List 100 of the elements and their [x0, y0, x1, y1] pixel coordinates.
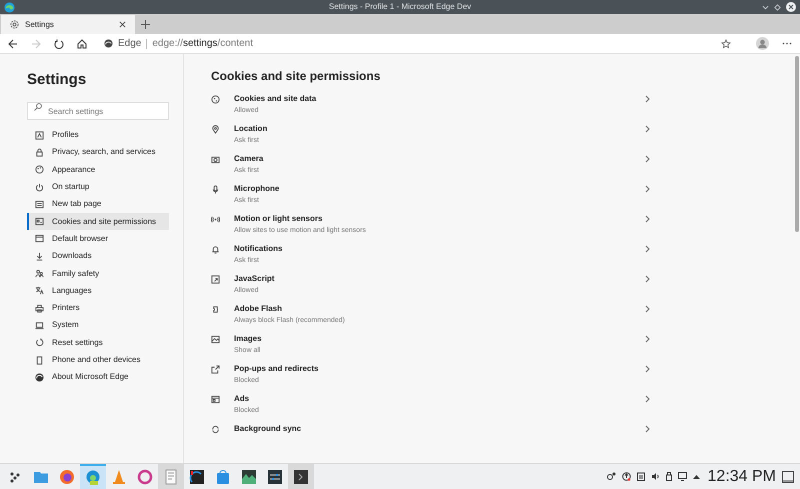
permission-row[interactable]: Background sync — [211, 423, 650, 453]
avatar-icon[interactable] — [756, 37, 769, 50]
chevron-right-icon — [645, 245, 650, 253]
close-icon[interactable] — [786, 2, 796, 12]
chevron-right-icon — [645, 395, 650, 403]
sidebar-item[interactable]: Phone and other devices — [27, 351, 169, 369]
minimize-icon[interactable] — [762, 4, 769, 10]
terminal-icon — [293, 468, 309, 484]
sensor-icon — [211, 215, 220, 224]
clock[interactable]: 12:34 PM — [708, 464, 776, 488]
sidebar-item[interactable]: Cookies and site permissions — [27, 212, 169, 230]
external-link-icon — [211, 365, 220, 374]
puzzle-icon — [211, 305, 220, 314]
show-desktop-icon[interactable] — [782, 470, 794, 482]
chevron-right-icon — [645, 155, 650, 163]
translate-icon — [35, 286, 44, 296]
chevron-right-icon — [645, 125, 650, 133]
sidebar-item[interactable]: Appearance — [27, 161, 169, 178]
browser-logo-icon — [4, 2, 15, 12]
ring-icon — [137, 468, 153, 484]
scrollbar-thumb[interactable] — [795, 56, 799, 232]
url-text: edge://settings/content — [152, 37, 254, 51]
permission-title: Background sync — [234, 423, 302, 435]
download-icon — [35, 252, 44, 261]
usb-drive-icon[interactable] — [666, 472, 672, 481]
sidebar-item[interactable]: Reset settings — [27, 334, 169, 352]
chevron-right-icon — [645, 425, 650, 433]
permission-title: Ads — [234, 393, 250, 405]
permission-title: Location — [234, 123, 268, 135]
tab-label: Settings — [25, 18, 55, 30]
site-label: Edge — [118, 37, 142, 51]
maximize-icon[interactable] — [774, 4, 781, 10]
permission-title: Images — [234, 333, 263, 345]
network-icon[interactable] — [678, 472, 687, 481]
taskbar-app[interactable] — [288, 464, 314, 489]
chevron-right-icon — [645, 275, 650, 283]
permission-title: Microphone — [234, 183, 280, 195]
chart-area-icon — [241, 468, 257, 484]
sidebar-title: Settings — [27, 70, 88, 90]
fox-browser-icon — [59, 468, 75, 484]
window-title: Settings - Profile 1 - Microsoft Edge Dev — [328, 1, 472, 13]
family-icon — [35, 269, 44, 278]
chevron-right-icon — [645, 365, 650, 373]
search-icon — [34, 102, 42, 110]
browser-logo-icon — [104, 39, 113, 48]
sidebar-item[interactable]: New tab page — [27, 196, 169, 213]
back-icon[interactable] — [8, 38, 18, 48]
browser-logo-icon — [35, 372, 44, 382]
sync-icon — [211, 425, 220, 434]
sidebar-item[interactable]: Privacy, search, and services — [27, 144, 169, 162]
profile-icon — [35, 130, 44, 140]
search-field[interactable]: Search settings — [27, 102, 169, 120]
browser-tab[interactable]: Settings — [1, 15, 135, 34]
permission-title: Pop-ups and redirects — [234, 363, 320, 375]
sidebar-item[interactable]: Downloads — [27, 248, 169, 265]
more-menu-icon[interactable] — [782, 42, 792, 45]
sidebar-item[interactable]: Languages — [27, 282, 169, 300]
sidebar-item[interactable]: On startup — [27, 178, 169, 196]
bell-icon — [211, 245, 220, 254]
refresh-icon[interactable] — [54, 38, 64, 48]
microphone-icon — [211, 185, 220, 194]
laptop-icon — [35, 320, 44, 330]
power-icon — [35, 182, 44, 192]
ad-icon — [211, 395, 220, 404]
tray-icon[interactable] — [606, 472, 616, 481]
sliders-icon — [267, 468, 283, 484]
sidebar-item[interactable]: Family safety — [27, 264, 169, 282]
window-icon — [35, 234, 44, 244]
sidebar-item[interactable]: System — [27, 316, 169, 334]
settings-icon — [10, 20, 19, 29]
permission-title: Camera — [234, 153, 264, 165]
sidebar-item[interactable]: Profiles — [27, 126, 169, 144]
close-tab-icon[interactable] — [119, 21, 126, 28]
palette-icon — [35, 165, 44, 174]
newspaper-icon — [35, 200, 44, 209]
script-icon — [211, 275, 220, 284]
phone-icon — [35, 356, 44, 364]
permission-title: Notifications — [234, 243, 284, 255]
new-tab-icon[interactable] — [141, 20, 150, 29]
reset-icon — [35, 338, 44, 348]
clipboard-icon[interactable] — [636, 472, 645, 481]
home-icon[interactable] — [77, 38, 87, 48]
sidebar-item[interactable]: Default browser — [27, 230, 169, 248]
volume-icon[interactable] — [650, 472, 660, 481]
sidebar-item[interactable]: Printers — [27, 299, 169, 317]
expand-tray-icon[interactable] — [692, 474, 700, 479]
location-pin-icon — [211, 125, 220, 134]
page-heading: Cookies and site permissions — [211, 68, 382, 85]
favorite-star-icon[interactable] — [721, 38, 731, 48]
lock-icon — [35, 148, 44, 157]
chevron-right-icon — [645, 185, 650, 193]
printer-icon — [35, 304, 44, 313]
speedometer-icon — [189, 468, 205, 484]
permission-title: Cookies and site data — [234, 93, 318, 105]
bag-icon — [215, 468, 231, 484]
camera-icon — [211, 155, 220, 164]
update-icon[interactable] — [622, 472, 631, 481]
sidebar-item[interactable]: About Microsoft Edge — [27, 368, 169, 386]
chevron-right-icon — [645, 95, 650, 103]
permission-title: JavaScript — [234, 273, 276, 285]
